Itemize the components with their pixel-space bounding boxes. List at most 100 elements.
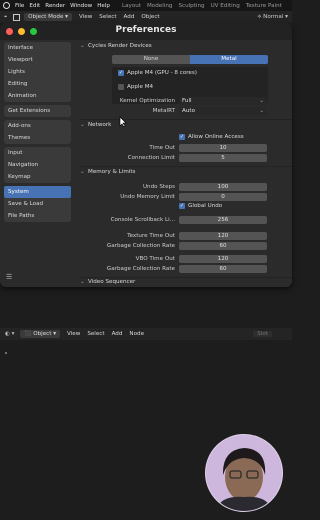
menu-select[interactable]: Select bbox=[99, 14, 116, 20]
allow-online-access-checkbox[interactable]: ✓ Allow Online Access bbox=[179, 134, 244, 140]
chevron-down-icon: ⌄ bbox=[259, 108, 264, 114]
slot-dropdown[interactable]: Slot bbox=[253, 331, 272, 337]
vbo-gc-rate-field[interactable]: 60 bbox=[179, 265, 267, 273]
undo-memory-limit-label: Undo Memory Limit bbox=[120, 194, 175, 200]
sidebar-item-file-paths[interactable]: File Paths bbox=[4, 210, 71, 222]
vbo-gc-rate-label: Garbage Collection Rate bbox=[106, 266, 175, 272]
node-tree-type-dropdown[interactable]: ⬛ Object ▾ bbox=[20, 330, 61, 338]
chevron-down-icon: ⌄ bbox=[80, 122, 85, 128]
select-value: Auto bbox=[182, 108, 195, 114]
undo-memory-limit-field[interactable]: 0 bbox=[179, 193, 267, 201]
menu-help[interactable]: Help bbox=[97, 3, 110, 9]
chevron-down-icon: ⌄ bbox=[80, 43, 85, 49]
sidebar-item-editing[interactable]: Editing bbox=[4, 78, 71, 90]
checkmark-icon: ✓ bbox=[118, 70, 124, 76]
section-cycles-devices[interactable]: ⌄ Cycles Render Devices bbox=[80, 43, 152, 49]
sidebar-group: System Save & Load File Paths bbox=[4, 186, 71, 222]
preferences-window: Preferences Interface Viewport Lights Ed… bbox=[0, 23, 292, 287]
top-menubar: File Edit Render Window Help Layout Mode… bbox=[0, 0, 292, 11]
device-apple-m4-gpu-checkbox[interactable]: ✓ Apple M4 (GPU - 8 cores) bbox=[118, 70, 197, 76]
workspace-tab-modeling[interactable]: Modeling bbox=[147, 3, 172, 9]
texture-timeout-label: Texture Time Out bbox=[127, 233, 175, 239]
sidebar-group: Input Navigation Keymap bbox=[4, 147, 71, 183]
tab-metal[interactable]: Metal bbox=[190, 55, 268, 64]
sidebar-item-viewport[interactable]: Viewport bbox=[4, 54, 71, 66]
console-scrollback-field[interactable]: 256 bbox=[179, 216, 267, 224]
menu-file[interactable]: File bbox=[15, 3, 24, 9]
console-scrollback-label: Console Scrollback Li... bbox=[110, 217, 175, 223]
sidebar-item-add-ons[interactable]: Add-ons bbox=[4, 120, 71, 132]
mode-dropdown[interactable]: Object Mode ▾ bbox=[24, 13, 72, 21]
webcam-overlay bbox=[205, 434, 283, 512]
device-apple-m4-cpu-checkbox[interactable]: Apple M4 bbox=[118, 84, 153, 90]
menu-node[interactable]: Node bbox=[129, 331, 144, 337]
device-type-tabs: None Metal bbox=[112, 55, 268, 64]
vbo-timeout-field[interactable]: 120 bbox=[179, 255, 267, 263]
workspace-tab-sculpting[interactable]: Sculpting bbox=[178, 3, 204, 9]
timeout-field[interactable]: 10 bbox=[179, 144, 267, 152]
texture-timeout-field[interactable]: 120 bbox=[179, 232, 267, 240]
mouse-cursor-icon bbox=[119, 113, 127, 132]
sidebar-item-themes[interactable]: Themes bbox=[4, 132, 71, 144]
undo-steps-field[interactable]: 100 bbox=[179, 183, 267, 191]
sidebar-item-system[interactable]: System bbox=[4, 186, 71, 198]
workspace-tab-layout[interactable]: Layout bbox=[122, 3, 141, 9]
connection-limit-field[interactable]: 5 bbox=[179, 154, 267, 162]
transform-orientation-dropdown[interactable]: ⟡ Normal ▾ bbox=[258, 14, 288, 21]
device-label: Apple M4 (GPU - 8 cores) bbox=[127, 70, 197, 76]
sidebar-item-navigation[interactable]: Navigation bbox=[4, 159, 71, 171]
divider bbox=[80, 166, 292, 167]
editor-type-icon[interactable]: ◐ ▾ bbox=[5, 331, 14, 337]
texture-gc-rate-label: Garbage Collection Rate bbox=[106, 243, 175, 249]
workspace-tab-uv-editing[interactable]: UV Editing bbox=[211, 3, 240, 9]
section-video-sequencer[interactable]: ⌄ Video Sequencer bbox=[80, 279, 135, 285]
menu-select[interactable]: Select bbox=[87, 331, 104, 337]
section-title: Video Sequencer bbox=[88, 279, 136, 285]
sidebar-item-keymap[interactable]: Keymap bbox=[4, 171, 71, 183]
metalrt-select[interactable]: Auto ⌄ bbox=[179, 107, 267, 115]
menu-view[interactable]: View bbox=[79, 14, 92, 20]
menu-object[interactable]: Object bbox=[141, 14, 159, 20]
sidebar-group: Interface Viewport Lights Editing Animat… bbox=[4, 42, 71, 102]
sidebar-item-interface[interactable]: Interface bbox=[4, 42, 71, 54]
section-memory-limits[interactable]: ⌄ Memory & Limits bbox=[80, 169, 135, 175]
menu-view[interactable]: View bbox=[67, 331, 80, 337]
slot-label: Slot bbox=[257, 331, 268, 337]
section-title: Network bbox=[88, 122, 112, 128]
preferences-sidebar: Interface Viewport Lights Editing Animat… bbox=[4, 42, 71, 225]
section-network[interactable]: ⌄ Network bbox=[80, 122, 111, 128]
divider bbox=[80, 119, 292, 120]
transform-label: Normal bbox=[263, 13, 284, 20]
sidebar-group: Get Extensions bbox=[4, 105, 71, 117]
workspace-tab-texture-paint[interactable]: Texture Paint bbox=[246, 3, 282, 9]
checkmark-icon: ✓ bbox=[179, 134, 185, 140]
sidebar-item-animation[interactable]: Animation bbox=[4, 90, 71, 102]
sidebar-item-save-load[interactable]: Save & Load bbox=[4, 198, 71, 210]
timeout-label: Time Out bbox=[149, 145, 175, 151]
menu-edit[interactable]: Edit bbox=[29, 3, 40, 9]
sidebar-item-lights[interactable]: Lights bbox=[4, 66, 71, 78]
menu-add[interactable]: Add bbox=[124, 14, 135, 20]
sidebar-item-get-extensions[interactable]: Get Extensions bbox=[4, 105, 71, 117]
blender-logo-icon[interactable] bbox=[3, 2, 10, 9]
checkbox-label: Global Undo bbox=[188, 203, 223, 209]
checkbox-label: Allow Online Access bbox=[188, 134, 244, 140]
tab-none[interactable]: None bbox=[112, 55, 190, 64]
vbo-timeout-label: VBO Time Out bbox=[135, 256, 175, 262]
menu-window[interactable]: Window bbox=[70, 3, 92, 9]
kernel-optimization-select[interactable]: Full ⌄ bbox=[179, 97, 267, 105]
viewport-header: ⌖ Object Mode ▾ View Select Add Object ⟡… bbox=[0, 11, 292, 23]
editor-type-icon[interactable]: ⌖ bbox=[4, 14, 7, 21]
menu-add[interactable]: Add bbox=[112, 331, 123, 337]
connection-limit-label: Connection Limit bbox=[127, 155, 175, 161]
node-tree-type-label: Object bbox=[33, 331, 52, 337]
hamburger-menu-icon[interactable]: ☰ bbox=[6, 273, 12, 281]
menu-render[interactable]: Render bbox=[45, 3, 65, 9]
select-box-icon[interactable] bbox=[13, 13, 21, 21]
device-label: Apple M4 bbox=[127, 84, 154, 90]
texture-gc-rate-field[interactable]: 60 bbox=[179, 242, 267, 250]
chevron-down-icon: ⌄ bbox=[80, 279, 85, 285]
metalrt-label: MetalRT bbox=[152, 108, 175, 114]
sidebar-item-input[interactable]: Input bbox=[4, 147, 71, 159]
global-undo-checkbox[interactable]: ✓ Global Undo bbox=[179, 203, 222, 209]
